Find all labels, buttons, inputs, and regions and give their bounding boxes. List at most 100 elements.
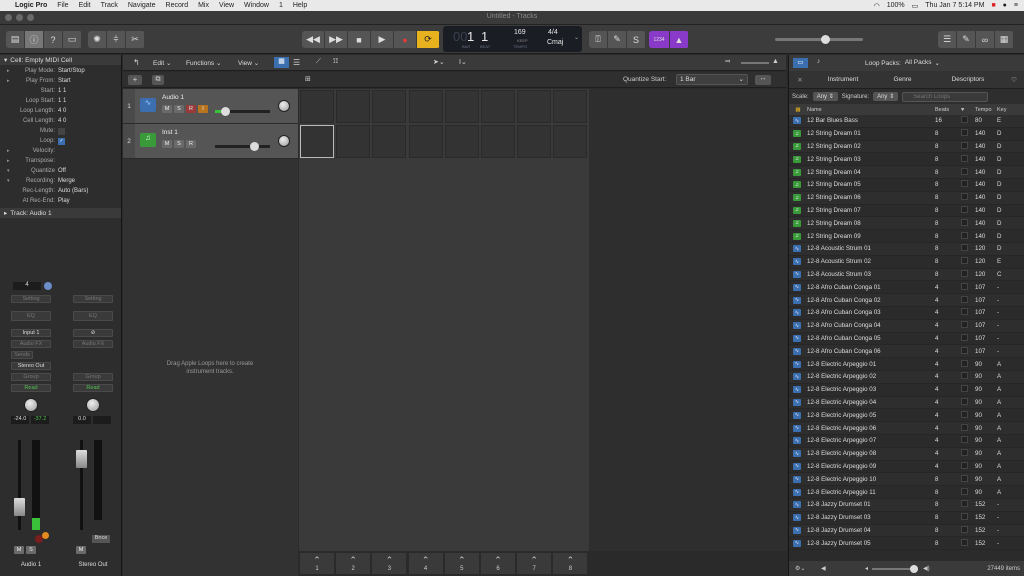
- strip1-pan-knob[interactable]: [24, 398, 38, 412]
- col-tempo[interactable]: Tempo: [975, 107, 997, 113]
- preview-speaker-icon[interactable]: ◀: [821, 565, 835, 572]
- strip2-eq-button[interactable]: EQ: [73, 311, 113, 321]
- live-loop-cell[interactable]: [300, 125, 334, 158]
- loop-row[interactable]: ♫ 12 String Dream 09 8 140 D: [789, 230, 1024, 243]
- strip1-eq-button[interactable]: EQ: [11, 311, 51, 321]
- text-tool-icon[interactable]: I⌄: [459, 58, 467, 66]
- strip1-sends-slot[interactable]: Sends: [11, 351, 33, 359]
- loop-favorite-checkbox[interactable]: [961, 321, 975, 330]
- menu-record[interactable]: Record: [161, 2, 194, 9]
- menu-1[interactable]: 1: [274, 2, 288, 9]
- loop-favorite-checkbox[interactable]: [961, 244, 975, 253]
- scene-trigger-button[interactable]: ⌃ 6: [481, 553, 515, 574]
- flag-icon[interactable]: ■: [991, 2, 995, 9]
- disclosure-icon[interactable]: ▸: [7, 158, 10, 164]
- inspector-param-row[interactable]: Start: 1 1: [0, 86, 121, 96]
- expand-icon[interactable]: ↔: [755, 75, 771, 85]
- functions-menu[interactable]: Functions ⌄: [186, 59, 221, 67]
- menu-view[interactable]: View: [214, 2, 239, 9]
- param-value[interactable]: Off: [58, 168, 66, 174]
- strip1-automation-mode[interactable]: Read: [11, 384, 51, 392]
- loop-favorite-checkbox[interactable]: [961, 154, 975, 164]
- loop-row[interactable]: ∿ 12-8 Afro Cuban Conga 03 4 107 -: [789, 307, 1024, 320]
- loop-favorite-checkbox[interactable]: [961, 308, 975, 317]
- scene-icon[interactable]: ⊞: [305, 75, 311, 83]
- editors-icon[interactable]: ✂: [126, 31, 145, 48]
- stop-button-icon[interactable]: ■: [348, 31, 371, 48]
- loop-row[interactable]: ∿ 12-8 Acoustic Strum 02 8 120 E: [789, 256, 1024, 269]
- loop-row[interactable]: ♫ 12 String Dream 07 8 140 D: [789, 205, 1024, 218]
- quick-help-button-icon[interactable]: ?: [44, 31, 63, 48]
- loop-row[interactable]: ♫ 12 String Dream 08 8 140 D: [789, 217, 1024, 231]
- menu-navigate[interactable]: Navigate: [123, 2, 161, 9]
- back-icon[interactable]: ↰: [133, 58, 140, 67]
- inspector-param-row[interactable]: Mute:: [0, 126, 121, 136]
- inspector-track-header[interactable]: ▸ Track: Audio 1: [0, 208, 121, 218]
- strip2-bounce-button[interactable]: Bnce: [92, 535, 110, 543]
- loop-row[interactable]: ∿ 12-8 Electric Arpeggio 09 4 90 A: [789, 461, 1024, 474]
- edit-menu[interactable]: Edit ⌄: [153, 59, 171, 67]
- loop-row[interactable]: ∿ 12-8 Afro Cuban Conga 01 4 107 -: [789, 281, 1024, 295]
- strip1-input-slot[interactable]: Input 1: [11, 329, 51, 337]
- strip1-fader-cap[interactable]: [14, 498, 25, 516]
- live-loop-cell[interactable]: [553, 90, 588, 123]
- loop-row[interactable]: ♫ 12 String Dream 03 8 140 D: [789, 153, 1024, 167]
- wifi-icon[interactable]: ◠: [874, 2, 880, 10]
- tuner-icon[interactable]: ⍔: [589, 31, 608, 48]
- master-volume-knob[interactable]: [821, 35, 830, 44]
- track-name[interactable]: Audio 1: [162, 94, 184, 101]
- loop-row[interactable]: ♫ 12 String Dream 04 8 140 D: [789, 166, 1024, 179]
- record-enable-button[interactable]: R: [186, 105, 196, 113]
- loop-row[interactable]: ∿ 12-8 Acoustic Strum 01 8 120 D: [789, 242, 1024, 256]
- loop-row[interactable]: ∿ 12-8 Electric Arpeggio 11 8 90 A: [789, 486, 1024, 499]
- param-value[interactable]: ✓: [58, 137, 65, 145]
- list-view-icon[interactable]: ☰: [293, 58, 300, 67]
- live-loop-cell[interactable]: [517, 90, 552, 123]
- live-loop-cell[interactable]: [336, 90, 371, 123]
- add-track-button[interactable]: +: [128, 75, 142, 85]
- param-value[interactable]: Start/Stop: [58, 68, 85, 74]
- preview-volume-slider[interactable]: [872, 564, 919, 573]
- disclosure-closed-icon[interactable]: ▸: [4, 209, 7, 217]
- strip2-automation-mode[interactable]: Read: [73, 384, 113, 392]
- play-button-icon[interactable]: ▶: [371, 31, 394, 48]
- loops-view-icon[interactable]: ▭: [793, 58, 808, 68]
- col-beats[interactable]: Beats: [935, 107, 961, 113]
- loop-favorite-checkbox[interactable]: [961, 525, 975, 535]
- track-header-inst-1[interactable]: 2 ♫ Inst 1 M S R: [123, 124, 298, 159]
- solo-button[interactable]: S: [174, 105, 184, 113]
- loop-row[interactable]: ∿ 12 Bar Blues Bass 16 80 E: [789, 115, 1024, 128]
- duplicate-track-icon[interactable]: ⧉: [152, 75, 164, 85]
- scene-trigger-button[interactable]: ⌃ 3: [372, 553, 407, 574]
- loop-row[interactable]: ∿ 12-8 Jazzy Drumset 04 8 152 -: [789, 524, 1024, 538]
- param-value[interactable]: 4 0: [58, 108, 66, 114]
- loop-favorite-checkbox[interactable]: [961, 500, 975, 509]
- live-loop-cell[interactable]: [444, 90, 479, 123]
- pencil-icon[interactable]: ✎: [608, 31, 627, 48]
- inspector-param-row[interactable]: Loop: ✓: [0, 136, 121, 146]
- inspector-param-row[interactable]: ▸ Play Mode: Start/Stop: [0, 66, 121, 76]
- pointer-tool-icon[interactable]: ➤⌄: [433, 58, 445, 66]
- strip1-group-slot[interactable]: Group: [11, 373, 51, 381]
- input-monitor-button[interactable]: I: [198, 105, 208, 113]
- strip1-output-slot[interactable]: Stereo Out: [11, 362, 51, 370]
- col-favorite-icon[interactable]: ♥: [961, 107, 975, 113]
- strip2-mute-button[interactable]: M: [76, 546, 86, 554]
- loop-row[interactable]: ∿ 12-8 Jazzy Drumset 01 8 152 -: [789, 498, 1024, 512]
- count-in-button[interactable]: 1234: [649, 31, 670, 48]
- loop-favorite-checkbox[interactable]: [961, 116, 975, 125]
- disclosure-icon[interactable]: ▾: [7, 178, 10, 184]
- loop-favorite-checkbox[interactable]: [961, 282, 975, 292]
- live-loop-cell[interactable]: [481, 125, 515, 158]
- param-value[interactable]: Start: [58, 78, 71, 84]
- lcd-dropdown-icon[interactable]: ⌄: [574, 34, 579, 41]
- menu-track[interactable]: Track: [96, 2, 123, 9]
- loop-favorite-checkbox[interactable]: [961, 487, 975, 497]
- strip1-audio-fx-slot[interactable]: Audio FX: [11, 340, 51, 348]
- flex-icon[interactable]: ⟟⟟: [333, 58, 338, 66]
- disclosure-icon[interactable]: ▸: [7, 148, 10, 154]
- lcd-display[interactable]: 00 1 1 BAR BEAT 169 KEEP TEMPO 4/4 Cmaj …: [443, 26, 582, 52]
- param-value[interactable]: 1 1: [58, 98, 66, 104]
- track-header-audio-1[interactable]: 1 ∿ Audio 1 M S R I: [123, 89, 298, 124]
- record-enable-button[interactable]: R: [186, 140, 196, 148]
